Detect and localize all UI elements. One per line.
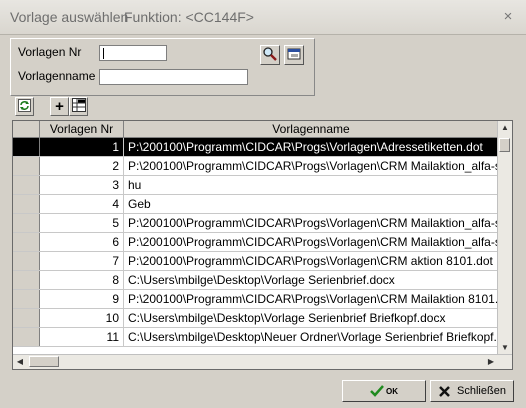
cell-template-name: P:\200100\Programm\CIDCAR\Progs\Vorlagen…: [128, 216, 498, 230]
cell-template-nr: 8: [40, 271, 124, 289]
cell-template-name: C:\Users\mbilge\Desktop\Vorlage Serienbr…: [128, 273, 395, 287]
column-header-name[interactable]: Vorlagenname: [124, 121, 498, 137]
window-title: Vorlage auswählen: [10, 9, 129, 25]
table-row[interactable]: 3 hu: [13, 176, 498, 195]
row-indicator[interactable]: [13, 138, 40, 156]
table-row[interactable]: 1 P:\200100\Programm\CIDCAR\Progs\Vorlage…: [13, 138, 498, 157]
title-bar: Vorlage auswählen Funktion: <CC144F> ×: [0, 0, 526, 35]
row-indicator[interactable]: [13, 157, 40, 175]
template-nr-input[interactable]: [99, 45, 167, 61]
vertical-scrollbar[interactable]: ▲ ▼: [497, 121, 512, 355]
table-row[interactable]: 5 P:\200100\Programm\CIDCAR\Progs\Vorlage…: [13, 214, 498, 233]
refresh-button[interactable]: [15, 97, 34, 116]
cell-template-nr: 1: [40, 138, 124, 156]
form-icon: [286, 46, 302, 65]
refresh-icon: [18, 98, 31, 115]
cell-template-nr: 5: [40, 214, 124, 232]
cell-template-name: C:\Users\mbilge\Desktop\Neuer Ordner\Vor…: [128, 330, 498, 344]
header-indicator-cell: [13, 121, 40, 137]
cell-template-name: P:\200100\Programm\CIDCAR\Progs\Vorlagen…: [128, 254, 493, 268]
cell-template-nr: 6: [40, 233, 124, 251]
scroll-down-icon[interactable]: ▼: [498, 341, 512, 355]
cell-template-nr: 9: [40, 290, 124, 308]
cell-template-nr: 4: [40, 195, 124, 213]
row-indicator[interactable]: [13, 252, 40, 270]
table-row[interactable]: 11 C:\Users\mbilge\Desktop\Neuer Ordner\V…: [13, 328, 498, 347]
table-row[interactable]: 10 C:\Users\mbilge\Desktop\Vorlage Serien…: [13, 309, 498, 328]
table-header: Vorlagen Nr Vorlagenname: [13, 121, 498, 138]
row-indicator[interactable]: [13, 328, 40, 346]
row-indicator[interactable]: [13, 233, 40, 251]
close-window-button[interactable]: ×: [498, 8, 518, 26]
row-indicator[interactable]: [13, 214, 40, 232]
cell-template-nr: 11: [40, 328, 124, 346]
table-row[interactable]: 8 C:\Users\mbilge\Desktop\Vorlage Serienb…: [13, 271, 498, 290]
search-button[interactable]: [260, 45, 280, 65]
cell-template-nr: 7: [40, 252, 124, 270]
close-label: Schließen: [457, 385, 506, 397]
magnifier-icon: [262, 46, 278, 65]
cell-template-name: P:\200100\Programm\CIDCAR\Progs\Vorlagen…: [128, 235, 498, 249]
table-row[interactable]: 7 P:\200100\Programm\CIDCAR\Progs\Vorlage…: [13, 252, 498, 271]
scroll-up-icon[interactable]: ▲: [498, 121, 512, 135]
cell-template-name: hu: [128, 178, 142, 192]
cell-template-nr: 2: [40, 157, 124, 175]
table-row[interactable]: 4 Geb: [13, 195, 498, 214]
cell-template-name: P:\200100\Programm\CIDCAR\Progs\Vorlagen…: [124, 138, 498, 156]
add-button[interactable]: +: [50, 97, 69, 116]
function-label: Funktion: <CC144F>: [124, 9, 254, 25]
ok-icon: [370, 384, 384, 398]
scroll-left-icon[interactable]: ◀: [13, 355, 27, 369]
table-row[interactable]: 6 P:\200100\Programm\CIDCAR\Progs\Vorlage…: [13, 233, 498, 252]
cell-template-name: P:\200100\Programm\CIDCAR\Progs\Vorlagen…: [128, 292, 498, 306]
row-indicator[interactable]: [13, 309, 40, 327]
grid-edit-icon: [71, 98, 86, 115]
cell-template-name: P:\200100\Programm\CIDCAR\Progs\Vorlagen…: [128, 159, 498, 173]
clear-search-button[interactable]: [284, 45, 304, 65]
row-indicator[interactable]: [13, 290, 40, 308]
row-indicator[interactable]: [13, 271, 40, 289]
horizontal-scrollbar[interactable]: ◀ ▶: [13, 354, 512, 369]
row-indicator[interactable]: [13, 176, 40, 194]
cell-template-nr: 3: [40, 176, 124, 194]
scroll-right-icon[interactable]: ▶: [484, 355, 498, 369]
vertical-scroll-thumb[interactable]: [499, 138, 510, 152]
ok-button[interactable]: OK: [342, 380, 426, 402]
cell-template-name: Geb: [128, 197, 151, 211]
horizontal-scroll-thumb[interactable]: [29, 356, 59, 367]
text-cursor: [103, 48, 104, 60]
x-icon: [438, 385, 451, 398]
template-name-input[interactable]: [99, 69, 248, 85]
template-name-label: Vorlagenname: [18, 69, 96, 83]
cell-template-nr: 10: [40, 309, 124, 327]
column-header-nr[interactable]: Vorlagen Nr: [40, 121, 124, 137]
edit-columns-button[interactable]: [69, 97, 88, 116]
table-row[interactable]: 9 P:\200100\Programm\CIDCAR\Progs\Vorlage…: [13, 290, 498, 309]
templates-table[interactable]: Vorlagen Nr Vorlagenname 1 P:\200100\Prog…: [12, 120, 513, 370]
row-indicator[interactable]: [13, 195, 40, 213]
template-nr-label: Vorlagen Nr: [18, 45, 82, 59]
cell-template-name: C:\Users\mbilge\Desktop\Vorlage Serienbr…: [128, 311, 446, 325]
plus-icon: +: [55, 98, 64, 115]
ok-label: OK: [386, 386, 398, 396]
table-row[interactable]: 2 P:\200100\Programm\CIDCAR\Progs\Vorlage…: [13, 157, 498, 176]
close-button[interactable]: Schließen: [430, 380, 514, 402]
